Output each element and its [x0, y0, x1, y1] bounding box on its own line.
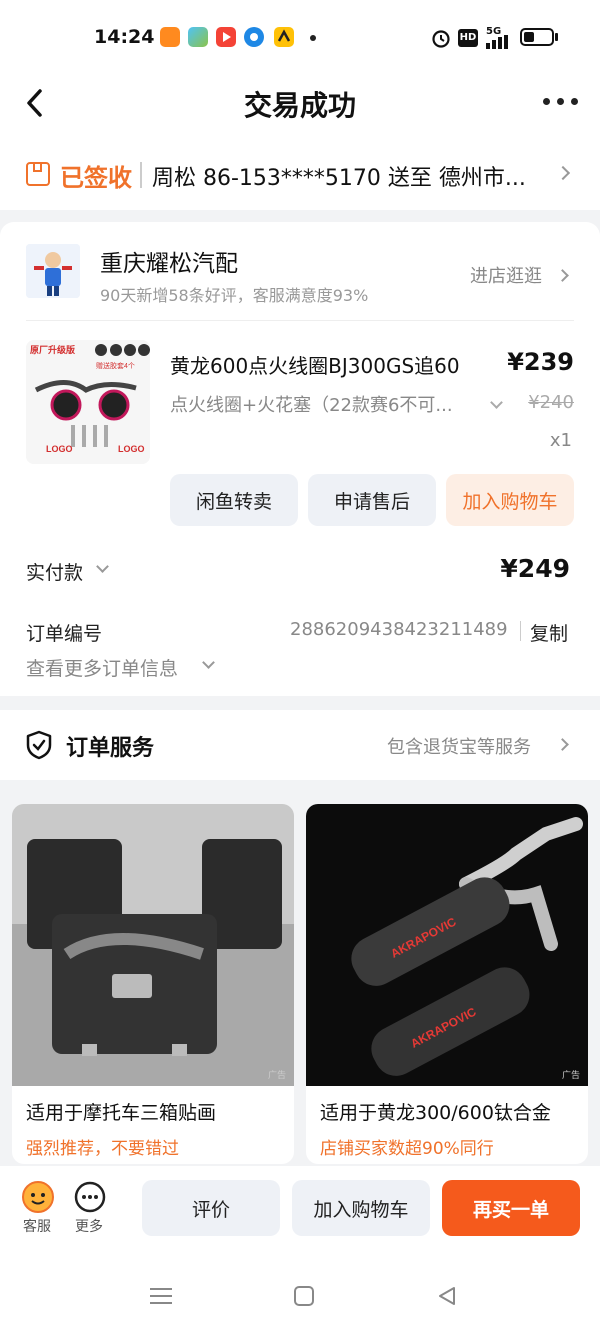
app-notification-icon [244, 27, 264, 47]
bottom-action-bar: 客服 更多 评价 加入购物车 再买一单 [0, 1166, 600, 1256]
shop-rating: 90天新增58条好评，客服满意度93% [100, 286, 369, 305]
aftersale-button[interactable]: 申请售后 [308, 474, 436, 526]
order-number-label: 订单编号 [26, 623, 103, 645]
recommendation-card[interactable]: 广告 适用于摩托车三箱贴画 强烈推荐，不要错过 [12, 804, 294, 1164]
recommendation-title: 适用于黄龙300/600钛合金 [320, 1102, 551, 1124]
back-triangle-icon[interactable] [436, 1285, 458, 1307]
product-price: ¥239 [507, 348, 574, 376]
add-to-cart-button[interactable]: 加入购物车 [292, 1180, 430, 1236]
chevron-down-icon [202, 656, 215, 669]
shield-check-icon [26, 730, 52, 760]
chevron-right-icon [555, 165, 571, 181]
delivery-status: 已签收 [60, 164, 132, 192]
badge-text: 原厂升级版 [30, 344, 75, 355]
more-order-info-link[interactable]: 查看更多订单信息 [26, 654, 178, 681]
shop-logo[interactable] [26, 244, 80, 298]
order-services[interactable]: 订单服务 包含退货宝等服务 [0, 710, 600, 780]
ad-tag: 广告 [561, 1071, 580, 1081]
recommendation-title: 适用于摩托车三箱贴画 [26, 1102, 217, 1124]
add-to-cart-button[interactable]: 加入购物车 [446, 474, 574, 526]
paid-label[interactable]: 实付款 [26, 558, 83, 585]
alarm-icon [432, 30, 450, 48]
product-spec[interactable]: 点火线圈+火花塞（22款赛6不可... [170, 391, 462, 417]
app-notification-icon [160, 27, 180, 47]
product-title[interactable]: 黄龙600点火线圈BJ300GS追60 [170, 350, 500, 379]
battery-icon [520, 28, 554, 46]
home-icon[interactable] [293, 1285, 315, 1307]
product-image [12, 804, 294, 1086]
customer-service-icon[interactable] [21, 1180, 55, 1214]
original-price: ¥240 [528, 392, 574, 413]
services-link[interactable]: 包含退货宝等服务 [387, 733, 531, 759]
chevron-right-icon [556, 738, 569, 751]
product-image: AKRAPOVIC AKRAPOVIC [306, 804, 588, 1086]
system-navigation-bar [0, 1256, 600, 1333]
chevron-down-icon [96, 560, 109, 573]
more-options-icon[interactable] [543, 98, 578, 105]
shop-name[interactable]: 重庆耀松汽配 [100, 244, 238, 278]
resell-button[interactable]: 闲鱼转卖 [170, 474, 298, 526]
signal-icon [486, 35, 508, 49]
logo-text: LOGO [46, 444, 73, 454]
video-app-icon [216, 27, 236, 47]
status-time: 14:24 [94, 26, 155, 48]
ad-tag: 广告 [267, 1071, 286, 1081]
copy-button[interactable]: 复制 [530, 619, 568, 646]
recommendation-card[interactable]: AKRAPOVIC AKRAPOVIC 广告 适用于黄龙300/600钛合金 店… [306, 804, 588, 1164]
visit-shop-link[interactable]: 进店逛逛 [470, 262, 542, 288]
product-quantity: x1 [549, 430, 572, 451]
chevron-down-icon [490, 396, 503, 409]
delivery-address: 周松 86-153****5170 送至 德州市... [152, 166, 526, 191]
review-button[interactable]: 评价 [142, 1180, 280, 1236]
recommendation-subtitle: 店铺买家数超90%同行 [320, 1139, 494, 1159]
more-icon[interactable] [73, 1180, 107, 1214]
rebuy-button[interactable]: 再买一单 [442, 1180, 580, 1236]
gift-text: 赠送胶套4个 [96, 361, 135, 370]
hd-icon: HD [458, 29, 478, 47]
order-card: 重庆耀松汽配 90天新增58条好评，客服满意度93% 进店逛逛 原厂升级版 赠送… [0, 222, 600, 696]
app-notification-icon [188, 27, 208, 47]
paid-amount: ¥249 [500, 554, 570, 583]
package-signed-icon [26, 162, 50, 186]
page-title: 交易成功 [243, 89, 356, 122]
logo-text: LOGO [118, 444, 145, 454]
order-number: 2886209438423211489 [290, 619, 508, 640]
page-header: 交易成功 [0, 72, 600, 134]
status-bar: 14:24 HD 5G [0, 0, 600, 72]
divider [140, 162, 142, 188]
recommendation-subtitle: 强烈推荐，不要错过 [26, 1139, 179, 1159]
divider [520, 621, 521, 641]
chevron-right-icon [556, 269, 569, 282]
delivery-bar[interactable]: 已签收 周松 86-153****5170 送至 德州市... [0, 134, 600, 210]
divider [26, 320, 574, 321]
menu-icon[interactable] [150, 1286, 172, 1306]
customer-service-label[interactable]: 客服 [23, 1216, 51, 1236]
services-title: 订单服务 [66, 736, 155, 761]
product-image[interactable]: 原厂升级版 赠送胶套4个 LOGO LOGO [26, 340, 150, 464]
app-notification-icon [274, 27, 294, 47]
more-label[interactable]: 更多 [75, 1216, 103, 1236]
more-notifications-dot [310, 35, 316, 41]
